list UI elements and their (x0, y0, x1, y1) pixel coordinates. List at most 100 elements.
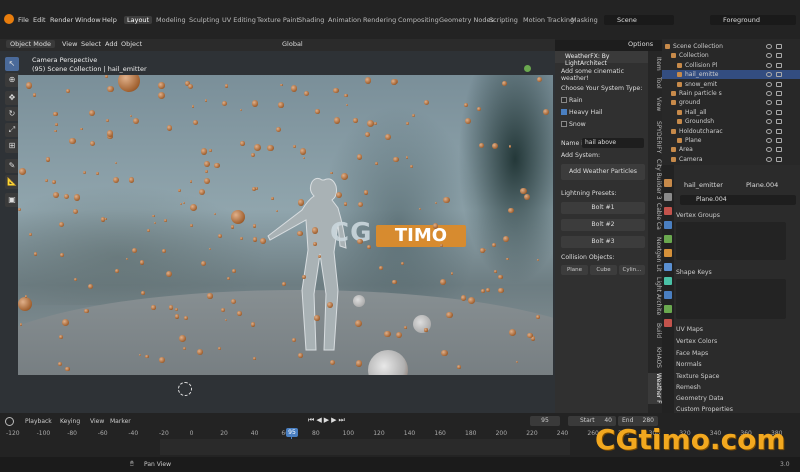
camera-render-icon[interactable] (776, 109, 782, 115)
visibility-eye-icon[interactable] (766, 100, 772, 106)
visibility-eye-icon[interactable] (766, 91, 772, 96)
section-uv-maps[interactable]: UV Maps (676, 326, 703, 333)
section-normals[interactable]: Normals (676, 361, 702, 368)
mode-selector[interactable]: Object Mode (6, 40, 55, 48)
bolt-2-button[interactable]: Bolt #2 (561, 219, 645, 231)
playhead[interactable]: 95 (286, 428, 298, 437)
measure-tool-icon[interactable]: 📐 (5, 175, 19, 189)
visibility-eye-icon[interactable] (766, 53, 772, 59)
view-layer-selector[interactable]: Foreground (710, 15, 796, 25)
tab-weather-fx[interactable]: Weather F (648, 373, 662, 404)
visibility-eye-icon[interactable] (766, 62, 772, 68)
outliner-row[interactable]: Rain particle s (662, 89, 800, 98)
menu-window[interactable]: Window (75, 16, 101, 24)
menu-view[interactable]: View (62, 40, 77, 48)
options-menu[interactable]: Options (628, 40, 653, 48)
outliner-row[interactable]: ground (662, 98, 800, 107)
vertex-groups-list[interactable] (676, 222, 786, 260)
output-tab-icon[interactable] (664, 207, 672, 215)
visibility-eye-icon[interactable] (766, 119, 772, 125)
section-face-maps[interactable]: Face Maps (676, 350, 708, 357)
tab-view[interactable]: View (648, 97, 662, 111)
outliner-row[interactable]: Collection (662, 51, 800, 60)
material-tab-icon[interactable] (664, 319, 672, 327)
camera-render-icon[interactable] (776, 147, 782, 153)
menu-help[interactable]: Help (102, 16, 117, 24)
camera-render-icon[interactable] (776, 100, 782, 106)
collision-cube-button[interactable]: Cube (590, 265, 617, 275)
menu-file[interactable]: File (18, 16, 29, 24)
select-tool-icon[interactable]: ↖ (5, 57, 19, 71)
section-shape-keys[interactable]: Shape Keys (676, 269, 712, 276)
tab-city-builder[interactable]: City Builder 3 (648, 159, 662, 200)
scene-tab-icon[interactable] (664, 221, 672, 229)
outliner-row[interactable]: Holdoutcharac (662, 127, 800, 136)
add-weather-particles-button[interactable]: Add Weather Particles (561, 164, 645, 180)
tab-masking[interactable]: Masking (568, 16, 601, 24)
section-geometry-data[interactable]: Geometry Data (676, 395, 724, 402)
shape-keys-list[interactable] (676, 279, 786, 319)
visibility-eye-icon[interactable] (766, 147, 772, 153)
visibility-eye-icon[interactable] (766, 138, 772, 143)
camera-render-icon[interactable] (776, 44, 782, 49)
visibility-eye-icon[interactable] (766, 44, 772, 49)
frame-range-track[interactable] (160, 439, 570, 455)
tab-light-architect[interactable]: Light Archite (648, 277, 662, 315)
tab-item[interactable]: Item (648, 57, 662, 71)
tool-tab-icon[interactable] (664, 179, 672, 187)
collision-plane-button[interactable]: Plane (561, 265, 588, 275)
tab-nextgen-lit[interactable]: Nextgen Lit (648, 237, 662, 272)
transform-orientation[interactable]: Global (282, 40, 303, 48)
tab-uv-editing[interactable]: UV Editing (219, 16, 259, 24)
outliner-row[interactable]: snow_emit (662, 80, 800, 89)
visibility-eye-icon[interactable] (766, 128, 772, 134)
menu-edit[interactable]: Edit (33, 16, 46, 24)
tab-tool[interactable]: Tool (648, 77, 662, 89)
camera-render-icon[interactable] (776, 128, 782, 134)
tab-cable-ca[interactable]: Cable Ca (648, 203, 662, 230)
camera-render-icon[interactable] (776, 62, 782, 68)
outliner-row[interactable]: hail_emitte (662, 70, 800, 80)
section-custom-properties[interactable]: Custom Properties (676, 406, 733, 413)
add-cube-tool-icon[interactable]: ▣ (5, 193, 19, 207)
camera-render-icon[interactable] (776, 119, 782, 125)
outliner-row[interactable]: Area (662, 145, 800, 154)
tab-spyderify[interactable]: SPYDERIFY (648, 121, 662, 153)
tab-sculpting[interactable]: Sculpting (186, 16, 222, 24)
annotate-tool-icon[interactable]: ✎ (5, 159, 19, 173)
tab-rendering[interactable]: Rendering (360, 16, 399, 24)
visibility-eye-icon[interactable] (766, 72, 772, 78)
rotate-tool-icon[interactable]: ↻ (5, 107, 19, 121)
tab-animation[interactable]: Animation (325, 16, 364, 24)
collision-cylinder-button[interactable]: Cylin... (619, 265, 645, 275)
transform-tool-icon[interactable]: ⊞ (5, 139, 19, 153)
mesh-data-field[interactable]: Plane.004 (680, 195, 796, 205)
snow-checkbox[interactable]: Snow (561, 121, 586, 128)
tab-layout[interactable]: Layout (124, 16, 153, 24)
outliner-row[interactable]: Groundsh (662, 117, 800, 126)
section-remesh[interactable]: Remesh (676, 384, 701, 391)
particles-tab-icon[interactable] (664, 277, 672, 285)
panel-header[interactable]: WeatherFX: By LightArchitect (555, 51, 648, 67)
cursor-tool-icon[interactable]: ⊕ (5, 73, 19, 87)
outliner-row[interactable]: Plane (662, 136, 800, 145)
camera-render-icon[interactable] (776, 138, 782, 143)
y-axis-icon[interactable] (524, 65, 531, 72)
camera-render-icon[interactable] (776, 81, 782, 87)
render-tab-icon[interactable] (664, 193, 672, 201)
tab-khaos[interactable]: KHAOS (648, 347, 662, 368)
menu-render[interactable]: Render (50, 16, 73, 24)
blender-logo-icon[interactable] (4, 14, 14, 24)
section-vertex-colors[interactable]: Vertex Colors (676, 338, 717, 345)
outliner-row[interactable]: Hall_all (662, 108, 800, 117)
modifier-tab-icon[interactable] (664, 263, 672, 271)
camera-render-icon[interactable] (776, 156, 782, 162)
tab-build[interactable]: Build (648, 323, 662, 338)
tab-compositing[interactable]: Compositing (395, 16, 442, 24)
outliner-row[interactable]: Scene Collection (662, 42, 800, 51)
tab-shading[interactable]: Shading (295, 16, 327, 24)
section-vertex-groups[interactable]: Vertex Groups (676, 212, 720, 219)
bolt-3-button[interactable]: Bolt #3 (561, 236, 645, 248)
menu-select[interactable]: Select (81, 40, 101, 48)
section-texture-space[interactable]: Texture Space (676, 373, 719, 380)
